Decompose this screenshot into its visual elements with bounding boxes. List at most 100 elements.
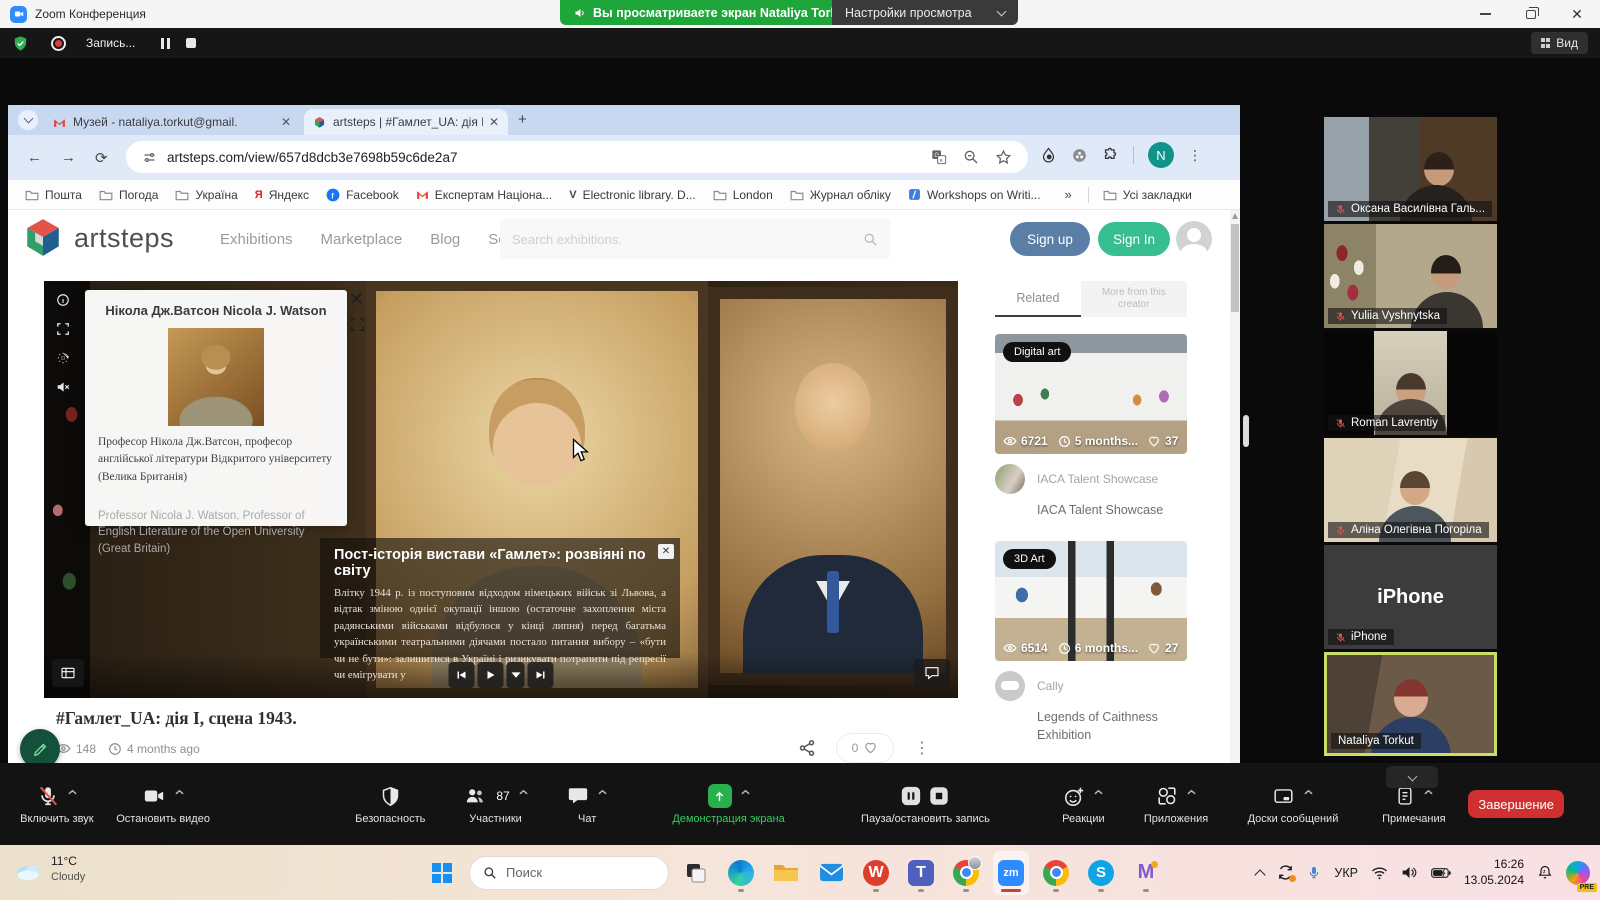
participant-video-active-speaker[interactable]: Nataliya Torkut: [1324, 652, 1497, 756]
related-card[interactable]: 3D Art 6514 6 months... 27 Cally: [995, 541, 1195, 744]
chevron-up-icon[interactable]: [68, 789, 77, 795]
sign-in-button[interactable]: Sign In: [1098, 222, 1170, 256]
myoffice-app-icon[interactable]: M: [1128, 851, 1164, 895]
zoom-out-page-icon[interactable]: [963, 149, 979, 165]
view-button[interactable]: Вид: [1531, 32, 1588, 54]
nav-blog[interactable]: Blog: [430, 231, 460, 248]
bookmark-folder[interactable]: Журнал обліку: [790, 188, 891, 202]
pause-recording-button[interactable]: [161, 38, 170, 49]
tab-related[interactable]: Related: [995, 281, 1081, 317]
taskbar-search-input[interactable]: [506, 865, 636, 880]
participant-video[interactable]: iPhone iPhone: [1324, 545, 1497, 649]
battery-icon[interactable]: [1431, 867, 1451, 879]
hidden-icons-chevron[interactable]: [1255, 869, 1266, 880]
bookmark-folder[interactable]: Погода: [99, 188, 159, 202]
chat-button[interactable]: Чат: [552, 783, 622, 825]
sign-up-button[interactable]: Sign up: [1010, 222, 1090, 256]
start-button[interactable]: [424, 851, 460, 895]
stop-recording-button[interactable]: [186, 38, 196, 48]
chrome-profile1-icon[interactable]: [948, 851, 984, 895]
edit-fab-button[interactable]: [20, 729, 60, 763]
page-scrollbar[interactable]: [1230, 210, 1240, 763]
bookmark-expertam[interactable]: Експертам Націона...: [416, 188, 552, 202]
wps-office-icon[interactable]: W: [858, 851, 894, 895]
popup-close-icon[interactable]: ✕: [349, 289, 364, 310]
chevron-up-icon[interactable]: [519, 789, 528, 795]
browser-tab-gmail[interactable]: Музей - nataliya.torkut@gmail. ✕: [44, 109, 300, 135]
unmute-button[interactable]: Включить звук: [12, 783, 102, 825]
bookmark-facebook[interactable]: fFacebook: [326, 188, 399, 202]
site-info-icon[interactable]: [142, 150, 157, 165]
info-icon[interactable]: [56, 293, 70, 307]
artsteps-logo[interactable]: artsteps: [22, 217, 174, 259]
minimize-button[interactable]: [1462, 0, 1508, 28]
taskbar-search[interactable]: [469, 856, 669, 890]
story-close-icon[interactable]: ✕: [658, 544, 674, 559]
participant-video[interactable]: Аліна Олегівна Погоріла: [1324, 438, 1497, 542]
taskbar-clock[interactable]: 16:26 13.05.2024: [1464, 857, 1524, 888]
wifi-icon[interactable]: [1371, 866, 1388, 880]
skype-app-icon[interactable]: S: [1083, 851, 1119, 895]
card-title[interactable]: Legends of Caithness Exhibition: [1037, 708, 1177, 744]
play-story-button[interactable]: [478, 662, 504, 688]
viewer-comments-button[interactable]: [914, 659, 950, 687]
exhibitions-search[interactable]: [500, 219, 890, 259]
stop-video-button[interactable]: Остановить видео: [102, 783, 225, 825]
reactions-button[interactable]: Реакции: [1041, 783, 1125, 825]
account-avatar[interactable]: [1176, 221, 1212, 257]
panel-resize-handle[interactable]: [1243, 415, 1249, 447]
speaker-icon[interactable]: [1401, 865, 1418, 880]
mute-sound-icon[interactable]: [56, 380, 70, 394]
bookmark-folder[interactable]: London: [713, 188, 773, 202]
chevron-up-icon[interactable]: [1424, 789, 1433, 795]
restore-button[interactable]: [1508, 0, 1554, 28]
apps-button[interactable]: Приложения: [1125, 783, 1226, 825]
chevron-up-icon[interactable]: [175, 789, 184, 795]
scrollbar-thumb[interactable]: [1231, 224, 1239, 312]
chevron-up-icon[interactable]: [1304, 789, 1313, 795]
extensions-puzzle-icon[interactable]: [1102, 147, 1119, 164]
notifications-bell-icon[interactable]: z: [1537, 864, 1553, 881]
view-settings-dropdown[interactable]: Настройки просмотра: [832, 0, 1018, 25]
scrollbar-up-arrow[interactable]: [1232, 213, 1238, 219]
bookmarks-overflow-button[interactable]: »: [1065, 187, 1072, 202]
popup-expand-icon[interactable]: [350, 317, 365, 337]
extension-drop-icon[interactable]: [1040, 147, 1057, 164]
notes-button[interactable]: Примечания: [1359, 783, 1468, 825]
chevron-up-icon[interactable]: [1094, 789, 1103, 795]
card-title[interactable]: IACA Talent Showcase: [1037, 501, 1195, 519]
all-bookmarks-folder[interactable]: Усі закладки: [1103, 188, 1192, 202]
forward-button[interactable]: →: [61, 149, 76, 166]
security-button[interactable]: Безопасность: [342, 783, 439, 825]
gear-icon[interactable]: [56, 351, 70, 365]
chrome-profile2-icon[interactable]: [1038, 851, 1074, 895]
browser-tab-artsteps[interactable]: artsteps | #Гамлет_UA: дія I, сц ✕: [304, 109, 508, 135]
copilot-icon[interactable]: PRE: [1566, 861, 1590, 885]
related-card[interactable]: Digital art 6721 5 months... 37 IACA Tal: [995, 334, 1195, 519]
floorplan-view-button[interactable]: [52, 659, 84, 687]
chevron-up-icon[interactable]: [741, 789, 750, 795]
profile-avatar[interactable]: N: [1148, 142, 1174, 168]
file-explorer-icon[interactable]: [768, 851, 804, 895]
share-screen-button[interactable]: Демонстрация экрана: [648, 783, 810, 825]
participants-button[interactable]: 87 Участники: [439, 783, 552, 825]
bookmark-yandex[interactable]: ЯЯндекс: [255, 188, 309, 202]
like-button[interactable]: 0: [836, 733, 894, 763]
more-options-icon[interactable]: ⋮: [914, 738, 930, 758]
task-view-button[interactable]: [678, 851, 714, 895]
search-input[interactable]: [512, 232, 863, 247]
tab-search-button[interactable]: [18, 110, 38, 130]
bookmark-folder[interactable]: Україна: [175, 188, 237, 202]
bookmark-folder[interactable]: Пошта: [25, 188, 82, 202]
extension-circle-icon[interactable]: [1071, 147, 1088, 164]
participant-video[interactable]: Roman Lavrentiy: [1324, 331, 1497, 435]
browser-menu-icon[interactable]: ⋮: [1188, 147, 1202, 164]
reload-button[interactable]: ⟳: [95, 149, 108, 167]
collapse-panel-button[interactable]: [1386, 766, 1438, 788]
nav-exhibitions[interactable]: Exhibitions: [220, 231, 293, 248]
weather-widget[interactable]: 11°C Cloudy: [14, 853, 85, 886]
address-bar[interactable]: artsteps.com/view/657d8dcb3e7698b59c6de2…: [126, 141, 1028, 173]
story-dropdown-button[interactable]: [507, 662, 525, 688]
translate-icon[interactable]: Gя: [931, 149, 947, 165]
exhibition-viewer[interactable]: Нікола Дж.Ватсон Nicola J. Watson Профес…: [44, 281, 958, 698]
